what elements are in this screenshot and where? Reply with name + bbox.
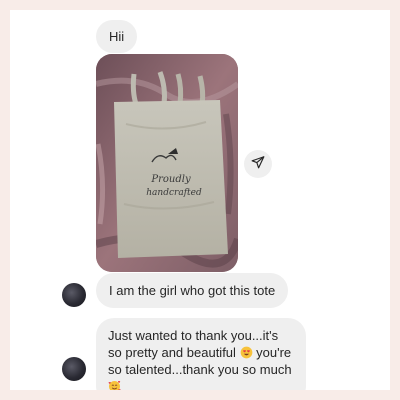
- tote-photo[interactable]: Proudly handcrafted: [96, 54, 238, 272]
- smiling-face-with-hearts-emoji-icon: [108, 380, 121, 390]
- message-text-tote: I am the girl who got this tote: [109, 283, 276, 298]
- avatar[interactable]: [62, 357, 86, 381]
- message-bubble-thanks[interactable]: Just wanted to thank you...it's so prett…: [96, 318, 306, 390]
- bag-print-line-1: Proudly: [150, 174, 191, 185]
- tote-photo-image: Proudly handcrafted: [96, 54, 238, 272]
- heart-eyes-emoji-icon: [240, 346, 253, 359]
- avatar[interactable]: [62, 283, 86, 307]
- paper-plane-icon: [251, 155, 265, 174]
- message-bubble-tote[interactable]: I am the girl who got this tote: [96, 273, 289, 308]
- chat-frame: Hii Proudly handcrafted I am the girl wh…: [10, 10, 390, 390]
- share-button[interactable]: [244, 150, 272, 178]
- message-text-greeting: Hii: [109, 29, 125, 44]
- bag-print-line-2: handcrafted: [146, 188, 202, 198]
- message-bubble-greeting[interactable]: Hii: [96, 20, 138, 53]
